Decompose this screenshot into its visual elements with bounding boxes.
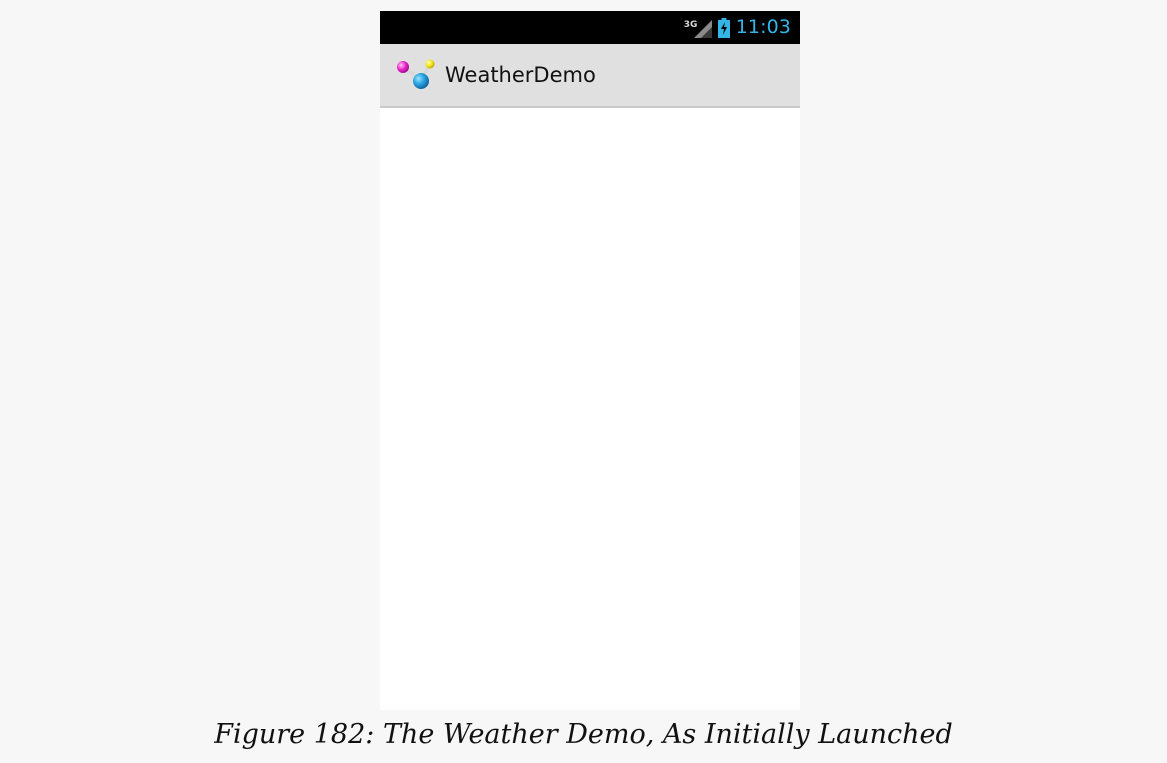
status-clock: 11:03	[735, 16, 791, 38]
main-content	[380, 108, 800, 710]
action-bar-title: WeatherDemo	[445, 63, 596, 87]
weather-demo-app-icon[interactable]	[396, 59, 438, 91]
battery-charging-icon	[717, 17, 730, 38]
action-bar: WeatherDemo	[380, 44, 800, 108]
signal-strength-icon: 3G	[684, 16, 712, 40]
figure-caption: Figure 182: The Weather Demo, As Initial…	[214, 719, 953, 750]
status-icons: 3G 11:03	[684, 11, 791, 44]
phone-screen: 3G 11:03 WeatherDemo	[380, 11, 800, 710]
status-bar: 3G 11:03	[380, 11, 800, 44]
